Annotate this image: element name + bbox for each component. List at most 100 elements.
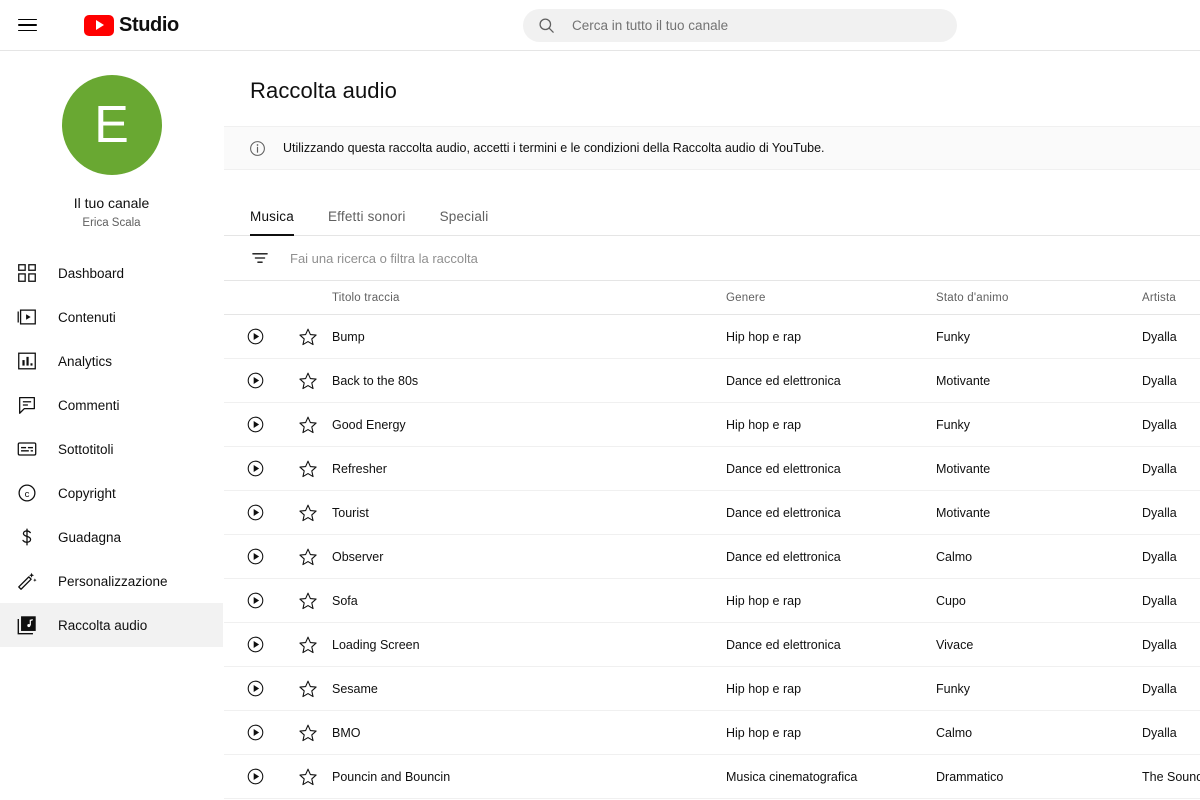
play-cell[interactable] — [224, 503, 286, 522]
track-title-cell: Loading Screen — [332, 637, 420, 652]
play-circle-icon[interactable] — [246, 459, 265, 478]
sidebar-item-raccolta-audio[interactable]: Raccolta audio — [0, 603, 223, 647]
notice-text: Utilizzando questa raccolta audio, accet… — [283, 141, 825, 155]
table-row[interactable]: Sesame Hip hop e rap Funky Dyalla — [224, 667, 1200, 711]
search-input[interactable] — [570, 17, 943, 34]
filter-input[interactable] — [288, 249, 708, 267]
favorite-cell[interactable] — [286, 547, 330, 567]
favorite-cell[interactable] — [286, 327, 330, 347]
favorite-cell[interactable] — [286, 591, 330, 611]
sidebar-item-label: Contenuti — [58, 309, 116, 325]
sidebar-item-analytics[interactable]: Analytics — [0, 339, 223, 383]
table-row[interactable]: Pouncin and Bouncin Musica cinematografic… — [224, 755, 1200, 799]
favorite-cell[interactable] — [286, 635, 330, 655]
track-mood-cell: Motivante — [936, 373, 991, 388]
track-genre-cell: Dance ed elettronica — [726, 461, 841, 476]
table-row[interactable]: Bump Hip hop e rap Funky Dyalla — [224, 315, 1200, 359]
sidebar-item-sottotitoli[interactable]: Sottotitoli — [0, 427, 223, 471]
table-row[interactable]: Good Energy Hip hop e rap Funky Dyalla — [224, 403, 1200, 447]
play-cell[interactable] — [224, 767, 286, 786]
star-outline-icon[interactable] — [298, 415, 318, 435]
table-body: Bump Hip hop e rap Funky Dyalla Back to the … — [224, 315, 1200, 800]
favorite-cell[interactable] — [286, 723, 330, 743]
filter-icon — [252, 253, 268, 263]
play-circle-icon[interactable] — [246, 327, 265, 346]
favorite-cell[interactable] — [286, 415, 330, 435]
library-tabs: Musica Effetti sonori Speciali — [224, 191, 1200, 236]
favorite-cell[interactable] — [286, 371, 330, 391]
table-row[interactable]: BMO Hip hop e rap Calmo Dyalla — [224, 711, 1200, 755]
star-outline-icon[interactable] — [298, 635, 318, 655]
play-cell[interactable] — [224, 459, 286, 478]
table-header-row: Titolo traccia Genere Stato d'animo Arti… — [224, 281, 1200, 315]
play-circle-icon[interactable] — [246, 591, 265, 610]
play-cell[interactable] — [224, 723, 286, 742]
play-circle-icon[interactable] — [246, 679, 265, 698]
play-cell[interactable] — [224, 591, 286, 610]
star-outline-icon[interactable] — [298, 503, 318, 523]
channel-summary[interactable]: E Il tuo canale Erica Scala — [0, 51, 223, 229]
sidebar-item-label: Personalizzazione — [58, 573, 168, 589]
tab-musica[interactable]: Musica — [250, 209, 294, 236]
star-outline-icon[interactable] — [298, 327, 318, 347]
star-outline-icon[interactable] — [298, 459, 318, 479]
play-circle-icon[interactable] — [246, 767, 265, 786]
star-outline-icon[interactable] — [298, 767, 318, 787]
sidebar-item-copyright[interactable]: c Copyright — [0, 471, 223, 515]
star-outline-icon[interactable] — [298, 591, 318, 611]
sidebar-item-personalizzazione[interactable]: Personalizzazione — [0, 559, 223, 603]
sidebar-item-label: Sottotitoli — [58, 441, 114, 457]
play-circle-icon[interactable] — [246, 723, 265, 742]
play-cell[interactable] — [224, 635, 286, 654]
track-artist-cell: Dyalla — [1142, 461, 1177, 476]
column-header-mood: Stato d'animo — [936, 291, 1009, 304]
track-title-cell: Back to the 80s — [332, 373, 419, 388]
favorite-cell[interactable] — [286, 503, 330, 523]
table-row[interactable]: Tourist Dance ed elettronica Motivante Dyal… — [224, 491, 1200, 535]
table-row[interactable]: Refresher Dance ed elettronica Motivante Dy… — [224, 447, 1200, 491]
star-outline-icon[interactable] — [298, 547, 318, 567]
play-cell[interactable] — [224, 679, 286, 698]
sidebar-item-label: Copyright — [58, 485, 116, 501]
favorite-cell[interactable] — [286, 767, 330, 787]
table-row[interactable]: Back to the 80s Dance ed elettronica Motiv… — [224, 359, 1200, 403]
hamburger-line — [18, 18, 37, 21]
track-mood-cell: Funky — [936, 681, 971, 696]
track-title-cell: Pouncin and Bouncin — [332, 769, 451, 784]
table-row[interactable]: Loading Screen Dance ed elettronica Vivace… — [224, 623, 1200, 667]
sidebar-item-commenti[interactable]: Commenti — [0, 383, 223, 427]
track-genre-cell: Dance ed elettronica — [726, 373, 841, 388]
track-genre-cell: Dance ed elettronica — [726, 505, 841, 520]
play-cell[interactable] — [224, 371, 286, 390]
play-cell[interactable] — [224, 547, 286, 566]
search-bar[interactable] — [523, 9, 957, 42]
dashboard-icon — [18, 264, 36, 282]
studio-brand[interactable]: Studio — [84, 14, 179, 37]
filter-bar[interactable] — [224, 236, 1200, 281]
table-row[interactable]: Sofa Hip hop e rap Cupo Dyalla — [224, 579, 1200, 623]
star-outline-icon[interactable] — [298, 371, 318, 391]
star-outline-icon[interactable] — [298, 679, 318, 699]
play-circle-icon[interactable] — [246, 371, 265, 390]
sidebar-item-label: Commenti — [58, 397, 120, 413]
play-cell[interactable] — [224, 415, 286, 434]
favorite-cell[interactable] — [286, 459, 330, 479]
play-circle-icon[interactable] — [246, 503, 265, 522]
play-cell[interactable] — [224, 327, 286, 346]
play-circle-icon[interactable] — [246, 547, 265, 566]
sidebar-item-contenuti[interactable]: Contenuti — [0, 295, 223, 339]
info-icon — [250, 140, 265, 156]
hamburger-icon[interactable] — [18, 13, 42, 37]
sidebar-item-dashboard[interactable]: Dashboard — [0, 251, 223, 295]
play-circle-icon[interactable] — [246, 415, 265, 434]
table-row[interactable]: Observer Dance ed elettronica Calmo Dyalla — [224, 535, 1200, 579]
dollar-icon — [22, 528, 32, 546]
track-artist-cell: Dyalla — [1142, 725, 1177, 740]
star-outline-icon[interactable] — [298, 723, 318, 743]
tab-speciali[interactable]: Speciali — [440, 209, 489, 235]
play-circle-icon[interactable] — [246, 635, 265, 654]
sidebar-item-guadagna[interactable]: Guadagna — [0, 515, 223, 559]
favorite-cell[interactable] — [286, 679, 330, 699]
tab-effetti-sonori[interactable]: Effetti sonori — [328, 209, 406, 235]
track-artist-cell: Dyalla — [1142, 593, 1177, 608]
